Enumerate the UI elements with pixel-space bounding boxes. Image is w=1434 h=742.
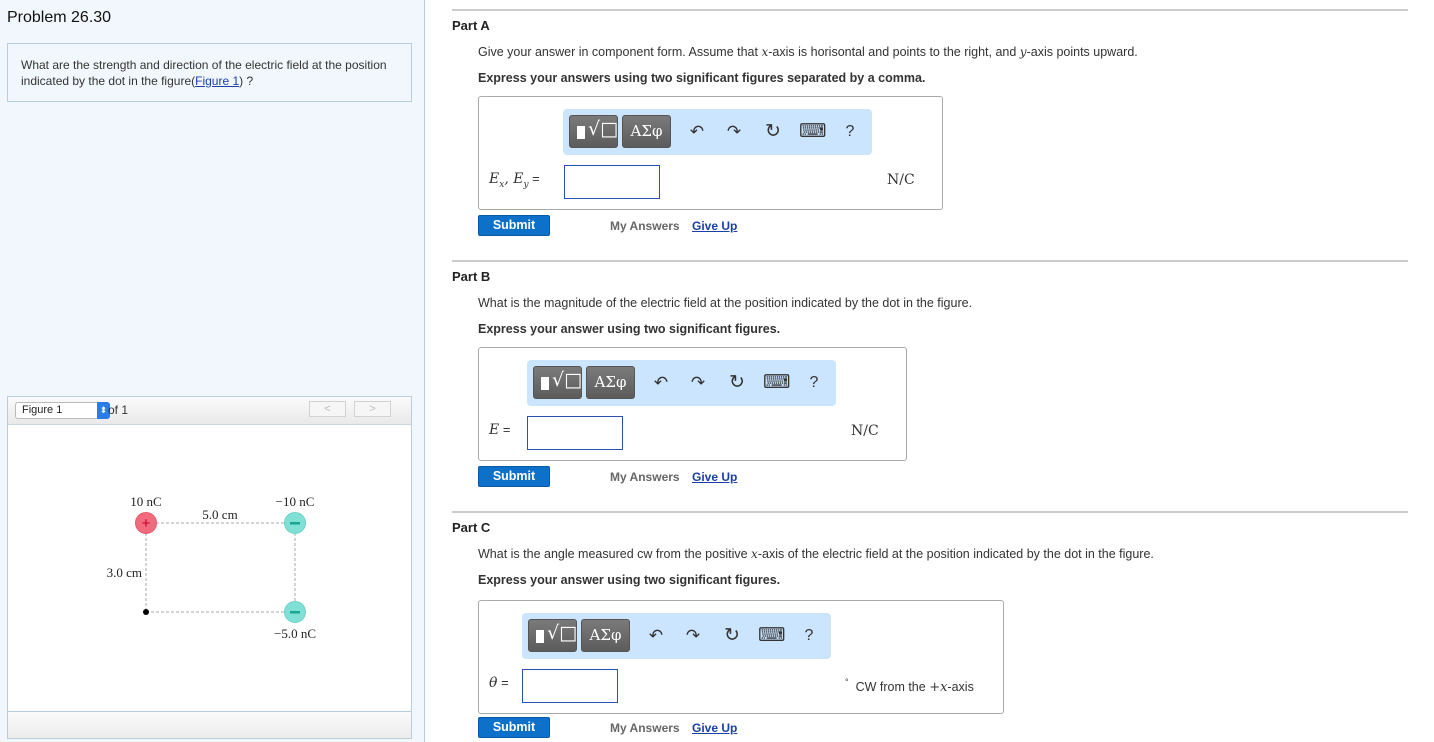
- part-b: Part B What is the magnitude of the elec…: [452, 260, 1408, 500]
- part-title: Part C: [452, 520, 491, 535]
- radical-template-icon: √□: [552, 369, 583, 391]
- charge-label-top-left: 10 nC: [130, 494, 161, 509]
- keyboard-icon[interactable]: ⌨: [763, 371, 790, 395]
- part-hint: Express your answers using two significa…: [478, 71, 926, 85]
- undo-icon[interactable]: ↶: [685, 120, 709, 144]
- template-button[interactable]: √□: [533, 366, 582, 399]
- figure-select[interactable]: Figure 1 ⬍: [15, 402, 110, 419]
- field-point-dot: [143, 609, 149, 615]
- part-divider: [452, 511, 1408, 513]
- answer-label: Ex, Ey =: [489, 171, 540, 190]
- math-toolbar: √□ ΑΣφ ↶ ↷ ↻ ⌨ ?: [527, 360, 836, 406]
- answer-unit: N/C: [887, 172, 915, 188]
- answer-input[interactable]: [564, 165, 660, 199]
- answer-input[interactable]: [522, 669, 618, 703]
- problem-title: Problem 26.30: [7, 9, 112, 26]
- part-c: Part C What is the angle measured cw fro…: [452, 511, 1408, 742]
- question-suffix: ) ?: [239, 74, 254, 88]
- redo-icon[interactable]: ↷: [722, 120, 746, 144]
- submit-button[interactable]: Submit: [478, 466, 550, 487]
- help-icon[interactable]: ?: [802, 371, 826, 395]
- figure-select-value: Figure 1: [22, 404, 63, 416]
- my-answers-link[interactable]: My Answers: [610, 219, 680, 233]
- part-question: What is the angle measured cw from the p…: [478, 547, 1154, 561]
- math-toolbar: √□ ΑΣφ ↶ ↷ ↻ ⌨ ?: [563, 109, 872, 155]
- part-question: What is the magnitude of the electric fi…: [478, 296, 973, 310]
- greek-symbols-button[interactable]: ΑΣφ: [586, 366, 635, 399]
- help-icon[interactable]: ?: [838, 120, 862, 144]
- next-figure-button[interactable]: >: [354, 401, 391, 417]
- prev-figure-button[interactable]: <: [309, 401, 346, 417]
- part-hint: Express your answer using two significan…: [478, 322, 781, 336]
- problem-pane: Problem 26.30 What are the strength and …: [0, 0, 425, 742]
- question-text: What are the strength and direction of t…: [21, 57, 401, 89]
- help-icon[interactable]: ?: [797, 624, 821, 648]
- reset-icon[interactable]: ↻: [761, 120, 785, 144]
- vertical-distance-label: 3.0 cm: [107, 565, 142, 580]
- undo-icon[interactable]: ↶: [649, 371, 673, 395]
- part-title: Part A: [452, 18, 490, 33]
- figure-count: of 1: [108, 403, 129, 417]
- figure-link[interactable]: Figure 1: [195, 74, 239, 88]
- charge-label-top-right: −10 nC: [276, 494, 315, 509]
- charge-positive-10nC: +: [135, 512, 157, 534]
- submit-button[interactable]: Submit: [478, 215, 550, 236]
- greek-symbols-button[interactable]: ΑΣφ: [622, 115, 671, 148]
- part-question: Give your answer in component form. Assu…: [478, 45, 1138, 59]
- greek-symbols-button[interactable]: ΑΣφ: [581, 619, 630, 652]
- horizontal-distance-label: 5.0 cm: [202, 507, 237, 522]
- answer-label: E =: [489, 422, 511, 438]
- reset-icon[interactable]: ↻: [720, 624, 744, 648]
- keyboard-icon[interactable]: ⌨: [758, 624, 785, 648]
- part-divider: [452, 9, 1408, 11]
- part-title: Part B: [452, 269, 491, 284]
- answer-label: θ =: [489, 675, 509, 691]
- charge-sign: +: [142, 515, 151, 532]
- charge-label-bottom-right: −5.0 nC: [274, 626, 316, 641]
- give-up-link[interactable]: Give Up: [692, 721, 737, 735]
- figure-panel: Figure 1 ⬍ of 1 < > + 10 nC −10 nC −5.0 …: [7, 396, 412, 739]
- give-up-link[interactable]: Give Up: [692, 219, 737, 233]
- degree-symbol: °: [845, 677, 849, 687]
- part-a: Part A Give your answer in component for…: [452, 9, 1408, 249]
- undo-icon[interactable]: ↶: [644, 624, 668, 648]
- charge-negative-5nC: [284, 601, 306, 623]
- part-hint: Express your answer using two significan…: [478, 573, 781, 587]
- math-toolbar: √□ ΑΣφ ↶ ↷ ↻ ⌨ ?: [522, 613, 831, 659]
- redo-icon[interactable]: ↷: [686, 371, 710, 395]
- template-button[interactable]: √□: [569, 115, 618, 148]
- my-answers-link[interactable]: My Answers: [610, 470, 680, 484]
- template-button[interactable]: √□: [528, 619, 577, 652]
- charge-negative-10nC: [284, 512, 306, 534]
- keyboard-icon[interactable]: ⌨: [799, 120, 826, 144]
- figure-toolbar: Figure 1 ⬍ of 1 < >: [8, 397, 411, 425]
- answer-input[interactable]: [527, 416, 623, 450]
- submit-button[interactable]: Submit: [478, 717, 550, 738]
- block-icon: [541, 377, 549, 390]
- radical-template-icon: √□: [588, 118, 619, 140]
- question-box: What are the strength and direction of t…: [7, 43, 412, 102]
- reset-icon[interactable]: ↻: [725, 371, 749, 395]
- block-icon: [536, 630, 544, 643]
- answer-box: √□ ΑΣφ ↶ ↷ ↻ ⌨ ? Ex, Ey = N/C: [478, 96, 943, 210]
- figure-footer: [8, 711, 411, 738]
- block-icon: [577, 126, 585, 139]
- give-up-link[interactable]: Give Up: [692, 470, 737, 484]
- my-answers-link[interactable]: My Answers: [610, 721, 680, 735]
- answer-box: √□ ΑΣφ ↶ ↷ ↻ ⌨ ? θ = ° CW from the +x-ax…: [478, 600, 1004, 714]
- part-divider: [452, 260, 1408, 262]
- charge-diagram: + 10 nC −10 nC −5.0 nC 5.0 cm 3.0 cm: [107, 494, 316, 641]
- radical-template-icon: √□: [547, 622, 578, 644]
- redo-icon[interactable]: ↷: [681, 624, 705, 648]
- answer-unit: ° CW from the +x-axis: [845, 677, 974, 695]
- answer-unit: N/C: [851, 423, 879, 439]
- answer-box: √□ ΑΣφ ↶ ↷ ↻ ⌨ ? E = N/C: [478, 347, 907, 461]
